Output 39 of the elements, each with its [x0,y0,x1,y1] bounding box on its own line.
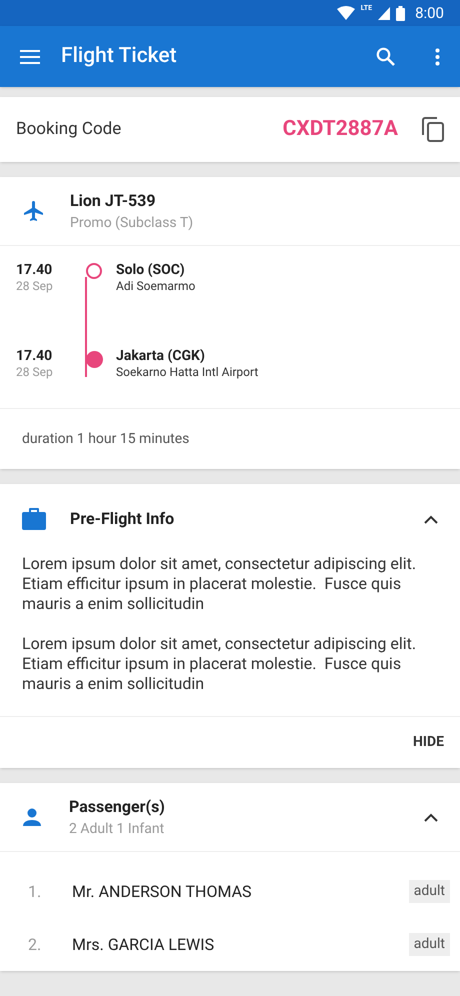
section-title: Passenger(s) [69,796,166,818]
search-icon[interactable] [376,47,395,66]
passenger-type-tag: adult [408,880,450,903]
booking-label: Booking Code [16,118,122,141]
stop-time: 17.40 [16,348,54,364]
wifi-icon [336,6,355,20]
stop-city: Solo (SOC) [116,262,186,278]
passenger-name: Mr. ANDERSON THOMAS [72,880,253,902]
passenger-number: 2. [28,934,42,956]
hide-button[interactable]: HIDE [413,732,444,753]
stop-date: 28 Sep [16,278,54,294]
signal-icon [378,6,390,20]
passenger-name: Mrs. GARCIA LEWIS [72,934,216,956]
flight-name: Lion JT-539 [70,190,157,212]
flight-duration: duration 1 hour 15 minutes [22,430,190,448]
passenger-summary: 2 Adult 1 Infant [69,820,166,838]
briefcase-icon [22,508,46,530]
more-icon[interactable] [435,48,440,66]
info-paragraph: Lorem ipsum dolor sit amet, consectetur adipiscing elit. Etiam efficitur ipsum in placerat molestie. Fusce quis mauris a enim sollicitudin [22,554,418,614]
booking-code: CXDT2887A [282,116,398,143]
app-title: Flight Ticket [61,42,178,70]
person-icon [22,807,42,827]
chevron-up-icon[interactable] [424,812,438,822]
stop-time: 17.40 [16,262,54,278]
stop-airport: Soekarno Hatta Intl Airport [116,364,258,380]
passenger-number: 1. [28,880,42,902]
copy-icon[interactable] [422,117,444,142]
info-paragraph: Lorem ipsum dolor sit amet, consectetur adipiscing elit. Etiam efficitur ipsum in placerat molestie. Fusce quis mauris a enim sollicitudin [22,634,418,694]
menu-icon[interactable] [20,50,40,64]
stop-date: 28 Sep [16,364,54,380]
airplane-icon [22,199,46,223]
stop-city: Jakarta (CGK) [116,348,206,364]
clock: 8:00 [415,2,444,24]
battery-icon [396,6,406,20]
flight-class: Promo (Subclass T) [70,214,194,232]
section-title: Pre-Flight Info [70,508,176,530]
stop-airport: Adi Soemarmo [116,278,196,294]
passenger-type-tag: adult [408,933,450,956]
chevron-up-icon[interactable] [424,514,438,524]
